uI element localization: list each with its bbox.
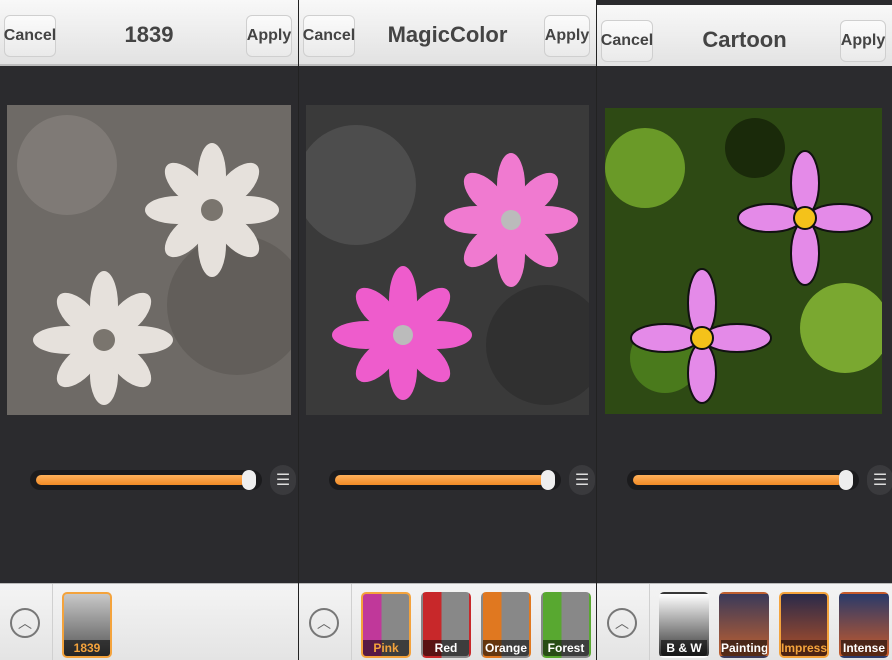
filter-thumb-red[interactable]: Red (421, 592, 471, 658)
filter-thumb-pink[interactable]: Pink (361, 592, 411, 658)
filter-title: MagicColor (387, 22, 508, 47)
slider-thumb[interactable] (839, 470, 853, 490)
divider (52, 584, 53, 660)
filter-thumb-orange[interactable]: Orange (481, 592, 531, 658)
cancel-button[interactable]: Cancel (4, 15, 56, 57)
adjust-icon[interactable]: ☰ (569, 465, 595, 495)
intensity-slider[interactable] (329, 470, 561, 490)
filter-title: 1839 (124, 22, 174, 47)
intensity-slider[interactable] (627, 470, 859, 490)
photo-preview (7, 105, 291, 415)
filter-label: Red (423, 640, 469, 656)
adjust-icon[interactable]: ☰ (270, 465, 296, 495)
filter-thumb-bw[interactable]: B & W (659, 592, 709, 658)
cancel-button[interactable]: Cancel (601, 20, 653, 62)
filter-label: Painting (721, 640, 769, 656)
filter-thumb-1839[interactable]: 1839 (62, 592, 112, 658)
filter-thumb-intense[interactable]: Intense (839, 592, 889, 658)
top-bar: Cancel Cartoon Apply (597, 5, 892, 71)
editor-panel-cartoon: Cancel Cartoon Apply ☰ ︿ B & W Painting … (597, 0, 892, 660)
intensity-slider[interactable] (30, 470, 262, 490)
filter-label: Forest (543, 640, 589, 656)
slider-fill (633, 475, 843, 485)
slider-thumb[interactable] (541, 470, 555, 490)
filter-bar: ︿ B & W Painting Impress Intense (597, 583, 892, 660)
slider-fill (36, 475, 246, 485)
filter-label: Intense (841, 640, 887, 656)
filter-list: B & W Painting Impress Intense (659, 592, 889, 658)
editor-panel-1839: Cancel 1839 Apply ☰ ︿ 1839 (0, 0, 298, 660)
editor-panel-magiccolor: Cancel MagicColor Apply ☰ ︿ Pink Red Ora… (299, 0, 596, 660)
chevron-up-icon[interactable]: ︿ (10, 608, 40, 638)
top-bar: Cancel MagicColor Apply (299, 0, 596, 66)
filter-label: Impress (781, 640, 828, 656)
filter-bar: ︿ Pink Red Orange Forest (299, 583, 596, 660)
slider-fill (335, 475, 545, 485)
apply-button[interactable]: Apply (246, 15, 292, 57)
filter-thumb-impress[interactable]: Impress (779, 592, 829, 658)
filter-list: Pink Red Orange Forest (361, 592, 591, 658)
slider-thumb[interactable] (242, 470, 256, 490)
filter-label: Pink (363, 640, 409, 656)
filter-thumb-painting[interactable]: Painting (719, 592, 769, 658)
apply-button[interactable]: Apply (544, 15, 590, 57)
filter-label: B & W (661, 640, 707, 656)
chevron-up-icon[interactable]: ︿ (309, 608, 339, 638)
divider (351, 584, 352, 660)
filter-bar: ︿ 1839 (0, 583, 298, 660)
cancel-button[interactable]: Cancel (303, 15, 355, 57)
divider (649, 584, 650, 660)
filter-label: Orange (483, 640, 529, 656)
filter-label: 1839 (64, 640, 110, 656)
filter-list: 1839 (62, 592, 112, 658)
filter-title: Cartoon (702, 27, 787, 52)
top-bar: Cancel 1839 Apply (0, 0, 298, 66)
filter-thumb-forest[interactable]: Forest (541, 592, 591, 658)
photo-preview (306, 105, 589, 415)
chevron-up-icon[interactable]: ︿ (607, 608, 637, 638)
apply-button[interactable]: Apply (840, 20, 886, 62)
adjust-icon[interactable]: ☰ (867, 465, 892, 495)
photo-preview (605, 108, 882, 414)
